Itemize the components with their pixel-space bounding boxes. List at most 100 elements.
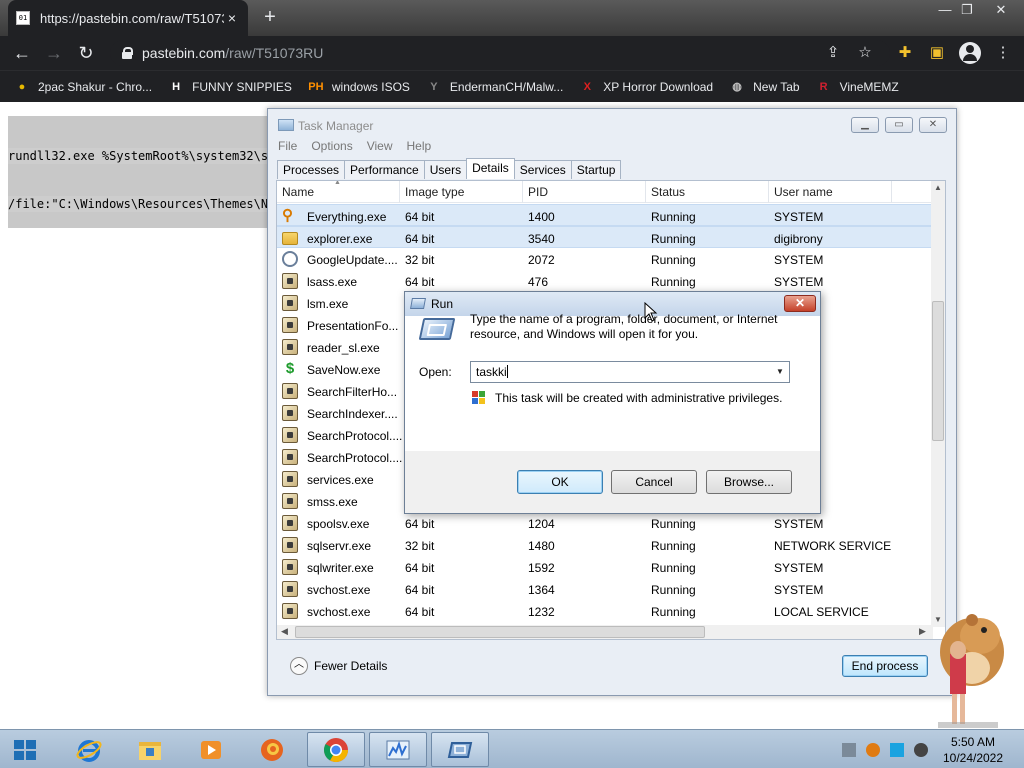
cell-user: SYSTEM [774, 583, 824, 597]
cell-name: PresentationFo... [307, 319, 399, 333]
address-bar[interactable]: pastebin.com/raw/T51073RU [110, 40, 890, 66]
column-divider[interactable] [645, 181, 646, 203]
process-row[interactable]: svchost.exe 64 bit 1364 Running SYSTEM [277, 578, 933, 600]
profile-avatar-icon[interactable] [959, 42, 981, 64]
column-header-user-name[interactable]: User name [774, 185, 833, 199]
bookmark-item[interactable]: X XP Horror Download [579, 79, 714, 95]
process-row[interactable]: spoolsv.exe 64 bit 1204 Running SYSTEM [277, 512, 933, 534]
vertical-scrollbar[interactable]: ▲ ▼ [931, 181, 945, 627]
process-row[interactable]: sqlservr.exe 32 bit 1480 Running NETWORK SER… [277, 534, 933, 556]
maximize-button[interactable]: ❐ [956, 2, 978, 20]
cell-status: Running [651, 517, 696, 531]
process-row[interactable]: GoogleUpdate.... 32 bit 2072 Running SYSTEM [277, 248, 933, 270]
horizontal-scroll-thumb[interactable] [295, 626, 705, 638]
extensions-puzzle-icon[interactable]: ✚ [894, 42, 916, 64]
menu-help[interactable]: Help [407, 139, 432, 157]
side-panel-icon[interactable]: ▣ [926, 42, 948, 64]
process-row[interactable]: svchost.exe 64 bit 1232 Running LOCAL SERVIC… [277, 600, 933, 622]
bookmark-star-icon[interactable]: ☆ [854, 42, 876, 64]
cancel-button[interactable]: Cancel [611, 470, 697, 494]
minimize-button[interactable]: — [934, 2, 956, 20]
tm-maximize-button[interactable]: ▭ [885, 117, 913, 133]
ok-button[interactable]: OK [517, 470, 603, 494]
close-window-button[interactable]: ✕ [990, 2, 1012, 20]
tray-monitor-icon[interactable] [890, 743, 904, 757]
scroll-up-arrow-icon[interactable]: ▲ [934, 183, 942, 192]
taskbar-chrome[interactable] [307, 732, 365, 767]
taskbar-clock[interactable]: 5:50 AM 10/24/2022 [938, 734, 1008, 766]
browser-tab[interactable]: 01 https://pastebin.com/raw/T51073RU × [8, 0, 248, 36]
start-button-windows-icon[interactable] [14, 740, 38, 760]
tab-startup[interactable]: Startup [570, 160, 622, 179]
taskbar-internet-explorer[interactable] [60, 732, 118, 767]
column-divider[interactable] [891, 181, 892, 203]
column-divider[interactable] [399, 181, 400, 203]
tray-volume-icon[interactable] [914, 743, 928, 757]
bookmark-label: windows ISOS [331, 79, 410, 94]
vertical-scroll-thumb[interactable] [932, 301, 944, 441]
tray-search-icon[interactable] [866, 743, 880, 757]
taskbar-media-player[interactable] [182, 732, 240, 767]
cell-pid: 1400 [528, 210, 555, 224]
tm-close-button[interactable]: ✕ [919, 117, 947, 133]
hamster-mascot-icon [938, 614, 1004, 728]
tab-services[interactable]: Services [513, 160, 572, 179]
open-combobox[interactable]: taskki ▼ [470, 361, 790, 383]
cell-status: Running [651, 605, 696, 619]
menu-file[interactable]: File [278, 139, 297, 157]
scroll-left-arrow-icon[interactable]: ◀ [281, 626, 288, 637]
tab-processes[interactable]: Processes [277, 160, 346, 179]
bookmark-item[interactable]: PH windows ISOS [308, 79, 410, 95]
browse-button[interactable]: Browse... [706, 470, 792, 494]
dropdown-arrow-icon[interactable]: ▼ [773, 362, 787, 382]
bookmarks-bar: ● 2pac Shakur - Chro... H FUNNY SNIPPIES PH w… [0, 70, 1024, 102]
menu-view[interactable]: View [367, 139, 393, 157]
open-input-value[interactable]: taskki [476, 365, 507, 379]
cell-name: GoogleUpdate.... [307, 253, 398, 267]
end-process-button[interactable]: End process [842, 655, 928, 677]
tm-minimize-button[interactable]: ▁ [851, 117, 879, 133]
taskbar-file-explorer[interactable] [121, 732, 179, 767]
menu-kebab-icon[interactable]: ⋮ [992, 42, 1014, 64]
process-row[interactable]: ⚲ Everything.exe 64 bit 1400 Running SYSTEM [277, 204, 933, 226]
task-manager-titlebar[interactable]: Task Manager ▁ ▭ ✕ [268, 109, 956, 139]
taskbar-firefox[interactable] [243, 732, 301, 767]
process-row[interactable]: lsass.exe 64 bit 476 Running SYSTEM [277, 270, 933, 292]
tab-performance[interactable]: Performance [344, 160, 425, 179]
bookmark-item[interactable]: H FUNNY SNIPPIES [168, 79, 292, 95]
bookmark-item[interactable]: R VineMEMZ [816, 79, 899, 95]
cell-type: 64 bit [405, 561, 435, 575]
column-divider[interactable] [522, 181, 523, 203]
tray-network-icon[interactable] [842, 743, 856, 757]
raw-text-line-2: /file:"C:\Windows\Resources\Themes\Night… [8, 196, 268, 212]
process-row[interactable]: sqlwriter.exe 64 bit 1592 Running SYSTEM [277, 556, 933, 578]
share-icon[interactable]: ⇪ [822, 42, 844, 64]
browser-tab-strip: 01 https://pastebin.com/raw/T51073RU × +… [0, 0, 1024, 36]
bookmark-item[interactable]: Y EndermanCH/Malw... [426, 79, 563, 95]
horizontal-scrollbar[interactable]: ◀ ▶ [277, 625, 933, 639]
reload-icon[interactable]: ↻ [74, 41, 98, 65]
tab-close-icon[interactable]: × [224, 10, 240, 26]
back-arrow-icon[interactable]: ← [10, 41, 34, 65]
bookmark-item[interactable]: ● 2pac Shakur - Chro... [14, 79, 152, 95]
process-row[interactable]: explorer.exe 64 bit 3540 Running digibrony [277, 226, 933, 248]
bookmark-item[interactable]: ◍ New Tab [729, 79, 799, 95]
url-path: /raw/T51073RU [225, 45, 324, 61]
column-header-status[interactable]: Status [651, 185, 685, 199]
column-header-name[interactable]: Name [282, 185, 314, 199]
fewer-details-button[interactable]: ︿ Fewer Details [290, 657, 387, 675]
column-divider[interactable] [768, 181, 769, 203]
run-close-button[interactable]: ✕ [784, 295, 816, 312]
taskbar-task-manager[interactable] [369, 732, 427, 767]
column-header-pid[interactable]: PID [528, 185, 548, 199]
column-header-image-type[interactable]: Image type [405, 185, 464, 199]
menu-options[interactable]: Options [311, 139, 352, 157]
process-search-icon: ⚲ [282, 207, 293, 224]
tab-users[interactable]: Users [423, 160, 468, 179]
bookmark-label: VineMEMZ [839, 79, 899, 94]
taskbar-run[interactable] [431, 732, 489, 767]
forward-arrow-icon[interactable]: → [42, 41, 66, 65]
tab-details[interactable]: Details [466, 158, 515, 179]
scroll-right-arrow-icon[interactable]: ▶ [919, 626, 926, 637]
new-tab-button[interactable]: + [258, 6, 282, 30]
